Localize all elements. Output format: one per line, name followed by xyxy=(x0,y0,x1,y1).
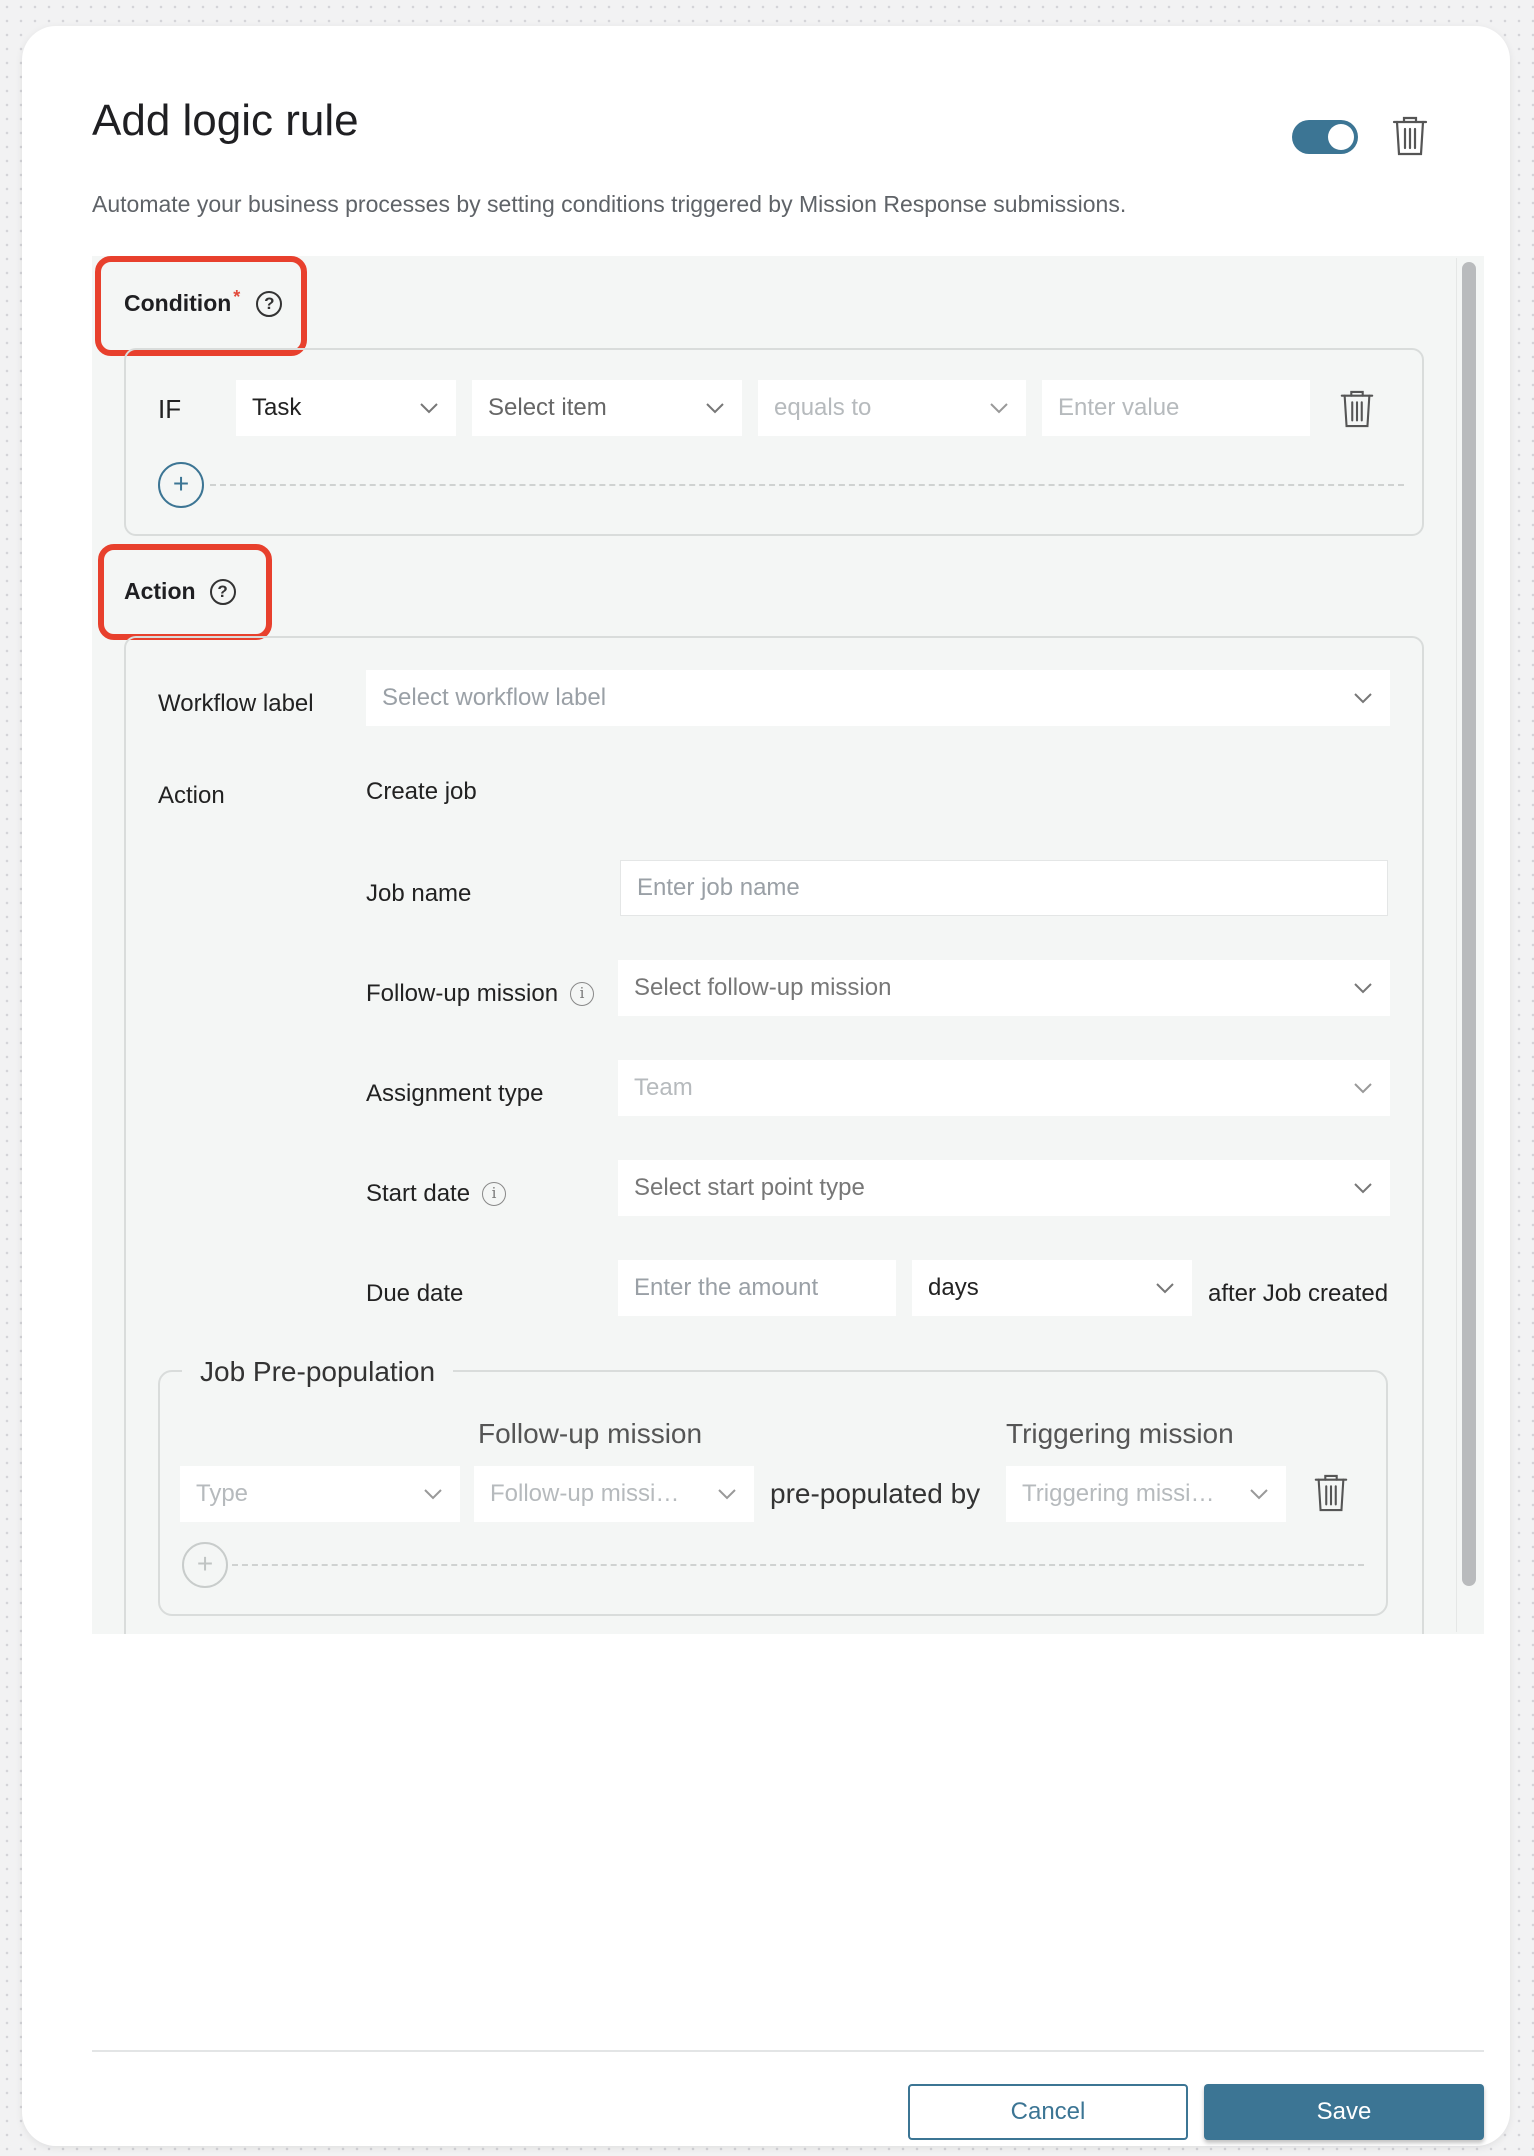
due-amount-input[interactable]: Enter the amount xyxy=(618,1260,896,1316)
info-icon[interactable]: i xyxy=(482,1182,507,1206)
trash-icon[interactable] xyxy=(1312,1472,1350,1519)
job-name-input[interactable]: Enter job name xyxy=(620,860,1388,916)
job-name-placeholder: Enter job name xyxy=(637,874,800,901)
chevron-down-icon xyxy=(1156,1283,1174,1294)
prepop-followup-select[interactable]: Follow-up missi… xyxy=(474,1466,754,1522)
condition-box: IF Task Select item equals to Enter valu… xyxy=(124,348,1424,536)
followup-mission-placeholder: Select follow-up mission xyxy=(634,974,892,1001)
add-condition-button[interactable]: + xyxy=(158,462,204,508)
job-name-label: Job name xyxy=(366,880,472,907)
save-button[interactable]: Save xyxy=(1204,2084,1484,2140)
trash-icon[interactable] xyxy=(1390,114,1430,163)
rule-enabled-toggle[interactable] xyxy=(1292,120,1358,154)
prepop-triggering-select[interactable]: Triggering missi… xyxy=(1006,1466,1286,1522)
start-date-placeholder: Select start point type xyxy=(634,1174,865,1201)
action-type-value: Create job xyxy=(366,778,477,805)
workflow-label-placeholder: Select workflow label xyxy=(382,684,607,711)
due-amount-placeholder: Enter the amount xyxy=(634,1274,819,1301)
rule-content-panel: Condition * ? IF Task Select item equals … xyxy=(92,256,1484,1634)
start-date-select[interactable]: Select start point type xyxy=(618,1160,1390,1216)
add-prepopulation-button[interactable]: + xyxy=(182,1542,228,1588)
if-label: IF xyxy=(158,394,182,424)
chevron-down-icon xyxy=(1354,1083,1372,1094)
chevron-down-icon xyxy=(1354,693,1372,704)
chevron-down-icon xyxy=(424,1489,442,1500)
chevron-down-icon xyxy=(1354,1183,1372,1194)
chevron-down-icon xyxy=(1250,1489,1268,1500)
condition-operator-value: equals to xyxy=(774,394,872,421)
due-unit-value: days xyxy=(928,1274,979,1301)
required-mark: * xyxy=(233,287,241,307)
prepop-type-placeholder: Type xyxy=(196,1480,249,1507)
workflow-label-select[interactable]: Select workflow label xyxy=(366,670,1390,726)
chevron-down-icon xyxy=(718,1489,736,1500)
condition-help-icon[interactable]: ? xyxy=(256,290,283,317)
toggle-knob xyxy=(1328,124,1354,150)
condition-subject-select[interactable]: Task xyxy=(236,380,456,436)
prepop-followup-placeholder: Follow-up missi… xyxy=(490,1480,680,1507)
info-icon[interactable]: i xyxy=(570,982,595,1006)
job-prepopulation-legend: Job Pre-population xyxy=(182,1356,454,1388)
condition-label: Condition * xyxy=(124,287,241,316)
action-type-label: Action xyxy=(158,782,225,809)
due-date-label: Due date xyxy=(366,1280,464,1307)
condition-item-placeholder: Select item xyxy=(488,394,607,421)
logic-rule-dialog: Add logic rule Automate your business pr… xyxy=(22,26,1510,2146)
condition-subject-value: Task xyxy=(252,394,302,421)
due-date-suffix: after Job created xyxy=(1208,1280,1389,1307)
divider xyxy=(210,484,1404,486)
condition-operator-select[interactable]: equals to xyxy=(758,380,1026,436)
scrollbar-thumb[interactable] xyxy=(1462,262,1476,1586)
divider xyxy=(232,1564,1364,1566)
condition-item-select[interactable]: Select item xyxy=(472,380,742,436)
action-label: Action xyxy=(124,578,196,604)
chevron-down-icon xyxy=(706,403,724,414)
page-title: Add logic rule xyxy=(92,96,359,145)
condition-value-input[interactable]: Enter value xyxy=(1042,380,1310,436)
assignment-type-label: Assignment type xyxy=(366,1080,544,1107)
start-date-label: Start date xyxy=(366,1180,471,1207)
followup-mission-label: Follow-up mission xyxy=(366,980,559,1007)
chevron-down-icon xyxy=(420,403,438,414)
prepop-triggering-placeholder: Triggering missi… xyxy=(1022,1480,1215,1507)
assignment-type-value: Team xyxy=(634,1074,693,1101)
footer-divider xyxy=(92,2050,1484,2052)
condition-value-placeholder: Enter value xyxy=(1058,394,1180,421)
trash-icon[interactable] xyxy=(1338,388,1376,435)
page-subtitle: Automate your business processes by sett… xyxy=(92,191,1127,217)
action-header: Action ? xyxy=(124,578,236,605)
chevron-down-icon xyxy=(990,403,1008,414)
followup-mission-label-row: Follow-up mission i xyxy=(366,980,595,1008)
col-followup-mission: Follow-up mission xyxy=(478,1418,703,1449)
due-unit-select[interactable]: days xyxy=(912,1260,1192,1316)
job-prepopulation-group: Follow-up mission Triggering mission Typ… xyxy=(158,1370,1388,1616)
cancel-button[interactable]: Cancel xyxy=(908,2084,1188,2140)
prepop-type-select[interactable]: Type xyxy=(180,1466,460,1522)
followup-mission-select[interactable]: Select follow-up mission xyxy=(618,960,1390,1016)
workflow-label-label: Workflow label xyxy=(158,690,314,717)
col-triggering-mission: Triggering mission xyxy=(1006,1418,1234,1449)
chevron-down-icon xyxy=(1354,983,1372,994)
start-date-label-row: Start date i xyxy=(366,1180,507,1208)
prepop-connector: pre-populated by xyxy=(770,1478,981,1509)
condition-header: Condition * ? xyxy=(124,287,283,317)
action-help-icon[interactable]: ? xyxy=(209,578,236,605)
assignment-type-select[interactable]: Team xyxy=(618,1060,1390,1116)
